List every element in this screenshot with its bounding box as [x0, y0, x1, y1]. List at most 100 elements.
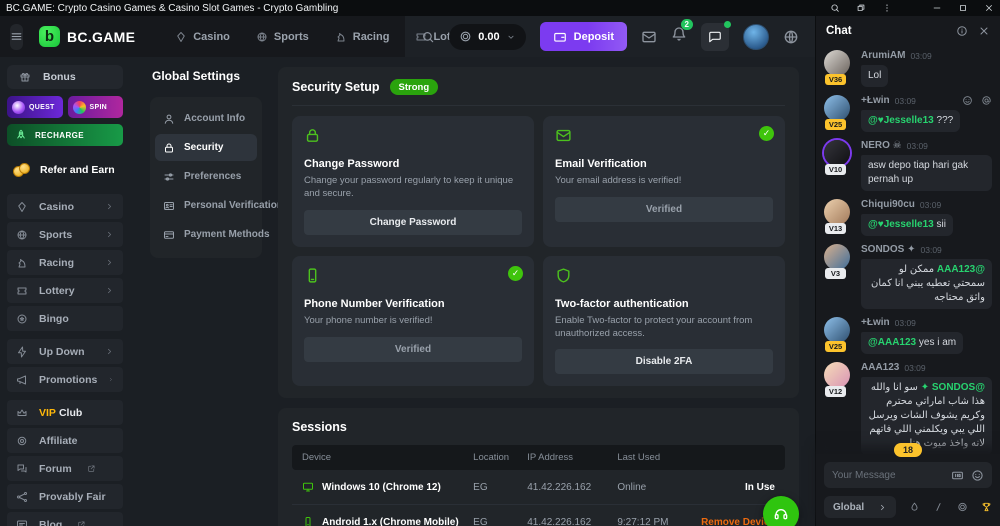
chat-username[interactable]: ArumiAM [861, 50, 905, 61]
vip-badge: V13 [825, 223, 846, 234]
chat-bubble: Lol [861, 65, 888, 87]
page-title: Global Settings [152, 69, 262, 83]
vip-badge: V25 [825, 341, 846, 352]
titlebar-search-icon[interactable] [830, 3, 840, 13]
affiliate-icon [16, 435, 28, 447]
sidebar-item-affiliate[interactable]: Affiliate [7, 428, 123, 453]
notifications-button[interactable]: 2 [671, 26, 687, 47]
chat-channel-select[interactable]: Global [824, 496, 896, 518]
rain-tip-icon[interactable] [909, 501, 920, 513]
titlebar-tabs-icon[interactable] [856, 3, 866, 13]
avatar[interactable] [824, 140, 850, 166]
balance-selector[interactable]: 0.00 [449, 24, 525, 50]
mention-icon[interactable] [981, 95, 992, 106]
deposit-button[interactable]: Deposit [540, 22, 627, 51]
brand-logo[interactable]: b BC.GAME [39, 26, 135, 47]
maximize-button[interactable] [958, 3, 968, 13]
search-icon[interactable] [421, 30, 435, 44]
disable-2fa-button[interactable]: Disable 2FA [555, 349, 773, 374]
live-support-button[interactable] [763, 496, 799, 526]
message-input[interactable] [832, 470, 944, 481]
avatar[interactable] [824, 199, 850, 225]
chat-message: V3 SONDOS ✦ 03:09 @AAA123 ممكن لو سمحتي … [824, 244, 992, 309]
chat-close-icon[interactable] [978, 25, 990, 37]
caret-down-icon [506, 32, 516, 42]
tab-account-info[interactable]: Account Info [155, 105, 257, 132]
tab-preferences[interactable]: Preferences [155, 163, 257, 190]
brand-name: BC.GAME [67, 29, 135, 45]
emoji-icon[interactable] [971, 469, 984, 482]
external-link-icon [77, 520, 86, 526]
nav-link-sports[interactable]: Sports [256, 31, 309, 43]
chat-messages: V36 ArumiAM 03:09 Lol V25 +Łwin [816, 46, 1000, 454]
vip-badge: V12 [825, 386, 846, 397]
refer-and-earn-button[interactable]: Refer and Earn [7, 156, 123, 184]
sessions-panel: Sessions Device Location IP Address Last… [278, 408, 799, 526]
chat-timestamp: 03:09 [920, 200, 941, 210]
forum-icon [16, 463, 28, 475]
tab-payment-methods[interactable]: Payment Methods [155, 221, 257, 248]
sidebar-item-bonus[interactable]: Bonus [7, 65, 123, 89]
chat-icon [708, 30, 722, 44]
sidebar-item-racing[interactable]: Racing [7, 250, 123, 275]
chat-bubble: @AAA123 ممكن لو سمحتي تعطيه يبني انا كما… [861, 259, 992, 309]
chat-bubble: @SONDOS ✦ سو انا والله هذا شاب اماراتي م… [861, 377, 992, 454]
chat-username[interactable]: Chiqui90cu [861, 199, 915, 210]
email-verified-button[interactable]: Verified [555, 197, 773, 222]
change-password-button[interactable]: Change Password [304, 210, 522, 235]
message-input-wrap[interactable] [824, 462, 992, 488]
nav-link-casino[interactable]: Casino [175, 31, 230, 43]
sidebar-item-forum[interactable]: Forum [7, 456, 123, 481]
tab-security[interactable]: Security [155, 134, 257, 161]
close-window-button[interactable] [984, 3, 994, 13]
lightning-icon [16, 346, 28, 358]
sidebar-item-blog[interactable]: Blog [7, 512, 123, 526]
casino-icon [175, 31, 187, 43]
table-row: Windows 10 (Chrome 12) EG 41.42.226.162 … [292, 470, 785, 505]
id-card-icon [163, 200, 175, 212]
brand-logo-icon: b [39, 26, 60, 47]
minimize-button[interactable] [932, 3, 942, 13]
language-globe-icon[interactable] [783, 29, 799, 45]
titlebar-menu-icon[interactable] [882, 3, 892, 13]
messages-icon[interactable] [641, 29, 657, 45]
chat-username[interactable]: SONDOS ✦ [861, 244, 916, 255]
coin-drop-icon[interactable] [957, 501, 968, 513]
chat-username[interactable]: +Łwin [861, 95, 890, 106]
nav-link-racing[interactable]: Racing [335, 31, 390, 43]
sidebar-item-lottery[interactable]: Lottery [7, 278, 123, 303]
avatar[interactable] [824, 50, 850, 76]
chat-toggle-button[interactable] [701, 23, 729, 51]
chat-message: V25 +Łwin 03:09 @♥Jesselle13 ??? [824, 95, 992, 132]
chat-rules-icon[interactable] [933, 501, 944, 513]
trophy-icon[interactable] [981, 501, 992, 513]
spin-button[interactable]: SPIN [68, 96, 124, 118]
sidebar-item-provably-fair[interactable]: Provably Fair [7, 484, 123, 509]
chat-info-icon[interactable] [956, 25, 968, 37]
sidebar-item-sports[interactable]: Sports [7, 222, 123, 247]
avatar[interactable] [824, 244, 850, 270]
avatar[interactable] [824, 362, 850, 388]
quest-button[interactable]: QUEST [7, 96, 63, 118]
user-avatar[interactable] [743, 24, 769, 50]
sidebar-item-vip-club[interactable]: VIPClub [7, 400, 123, 425]
hamburger-menu-button[interactable] [10, 24, 23, 50]
avatar[interactable] [824, 317, 850, 343]
sidebar-item-casino[interactable]: Casino [7, 194, 123, 219]
chat-username[interactable]: NERO ☠ [861, 140, 902, 151]
online-dot [724, 21, 731, 28]
sidebar-item-promotions[interactable]: Promotions [7, 367, 123, 392]
gif-icon[interactable] [951, 469, 964, 482]
chevron-right-icon [108, 375, 114, 384]
new-messages-badge[interactable]: 18 [894, 443, 922, 457]
sidebar-item-up-down[interactable]: Up Down [7, 339, 123, 364]
chat-username[interactable]: AAA123 [861, 362, 899, 373]
avatar[interactable] [824, 95, 850, 121]
sidebar-item-bingo[interactable]: Bingo [7, 306, 123, 331]
chat-username[interactable]: +Łwin [861, 317, 890, 328]
phone-verified-button[interactable]: Verified [304, 337, 522, 362]
tab-personal-verification[interactable]: Personal Verification [155, 192, 257, 219]
react-emoji-icon[interactable] [962, 95, 973, 106]
chat-message: V36 ArumiAM 03:09 Lol [824, 50, 992, 87]
recharge-button[interactable]: RECHARGE [7, 124, 123, 146]
